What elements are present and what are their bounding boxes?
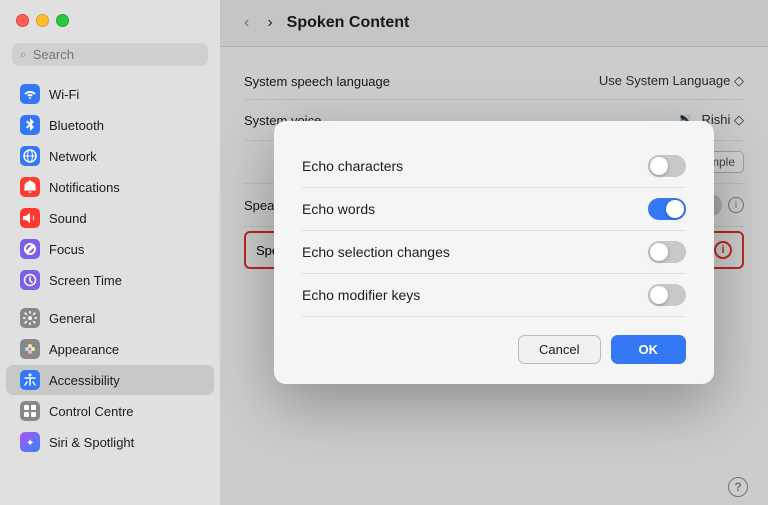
echo-selection-row: Echo selection changes: [302, 231, 686, 274]
echo-modifier-label: Echo modifier keys: [302, 287, 420, 303]
sidebar-item-label: General: [49, 311, 95, 326]
sidebar-item-focus[interactable]: Focus: [6, 234, 214, 264]
echo-modifier-toggle[interactable]: [648, 284, 686, 306]
modal-overlay[interactable]: Echo characters Echo words Echo selectio…: [220, 0, 768, 505]
sidebar-item-screentime[interactable]: Screen Time: [6, 265, 214, 295]
modal-dialog: Echo characters Echo words Echo selectio…: [274, 121, 714, 384]
sidebar-item-label: Focus: [49, 242, 84, 257]
maximize-button[interactable]: [56, 14, 69, 27]
sidebar-item-label: Notifications: [49, 180, 120, 195]
echo-words-row: Echo words: [302, 188, 686, 231]
general-icon: [20, 308, 40, 328]
sidebar-item-label: Wi-Fi: [49, 87, 79, 102]
controlcentre-icon: [20, 401, 40, 421]
sidebar-item-label: Accessibility: [49, 373, 120, 388]
screentime-icon: [20, 270, 40, 290]
notifications-icon: [20, 177, 40, 197]
network-icon: [20, 146, 40, 166]
wifi-icon: [20, 84, 40, 104]
sidebar-item-controlcentre[interactable]: Control Centre: [6, 396, 214, 426]
echo-selection-toggle[interactable]: [648, 241, 686, 263]
bluetooth-icon: [20, 115, 40, 135]
sidebar-item-accessibility[interactable]: Accessibility: [6, 365, 214, 395]
siri-icon: ✦: [20, 432, 40, 452]
svg-text:✦: ✦: [26, 438, 34, 449]
sidebar-items-list: Wi-Fi Bluetooth Network Notifications So…: [0, 76, 220, 505]
echo-characters-label: Echo characters: [302, 158, 403, 174]
sidebar-item-sound[interactable]: Sound: [6, 203, 214, 233]
sidebar-item-network[interactable]: Network: [6, 141, 214, 171]
appearance-icon: [20, 339, 40, 359]
sidebar-item-label: Network: [49, 149, 97, 164]
sidebar-item-siri[interactable]: ✦ Siri & Spotlight: [6, 427, 214, 457]
sound-icon: [20, 208, 40, 228]
focus-icon: [20, 239, 40, 259]
search-icon: ⌕: [20, 47, 27, 62]
main-panel: ‹ › Spoken Content System speech languag…: [220, 0, 768, 505]
cancel-button[interactable]: Cancel: [518, 335, 600, 364]
sidebar-item-notifications[interactable]: Notifications: [6, 172, 214, 202]
ok-button[interactable]: OK: [611, 335, 687, 364]
sidebar-item-label: Siri & Spotlight: [49, 435, 134, 450]
echo-characters-row: Echo characters: [302, 145, 686, 188]
accessibility-icon: [20, 370, 40, 390]
search-box[interactable]: ⌕: [12, 43, 208, 66]
echo-words-label: Echo words: [302, 201, 375, 217]
sidebar-item-label: Appearance: [49, 342, 119, 357]
close-button[interactable]: [16, 14, 29, 27]
minimize-button[interactable]: [36, 14, 49, 27]
echo-words-toggle[interactable]: [648, 198, 686, 220]
traffic-lights: [0, 0, 220, 37]
sidebar-item-wifi[interactable]: Wi-Fi: [6, 79, 214, 109]
echo-characters-toggle[interactable]: [648, 155, 686, 177]
sidebar-item-label: Bluetooth: [49, 118, 104, 133]
sidebar-item-appearance[interactable]: Appearance: [6, 334, 214, 364]
sidebar-item-general[interactable]: General: [6, 303, 214, 333]
sidebar-item-label: Control Centre: [49, 404, 134, 419]
search-input[interactable]: [33, 47, 200, 62]
modal-buttons: Cancel OK: [302, 335, 686, 364]
echo-modifier-row: Echo modifier keys: [302, 274, 686, 317]
sidebar-item-bluetooth[interactable]: Bluetooth: [6, 110, 214, 140]
sidebar-item-label: Screen Time: [49, 273, 122, 288]
sidebar: ⌕ Wi-Fi Bluetooth Network Notificatio: [0, 0, 220, 505]
sidebar-item-label: Sound: [49, 211, 87, 226]
echo-selection-label: Echo selection changes: [302, 244, 450, 260]
